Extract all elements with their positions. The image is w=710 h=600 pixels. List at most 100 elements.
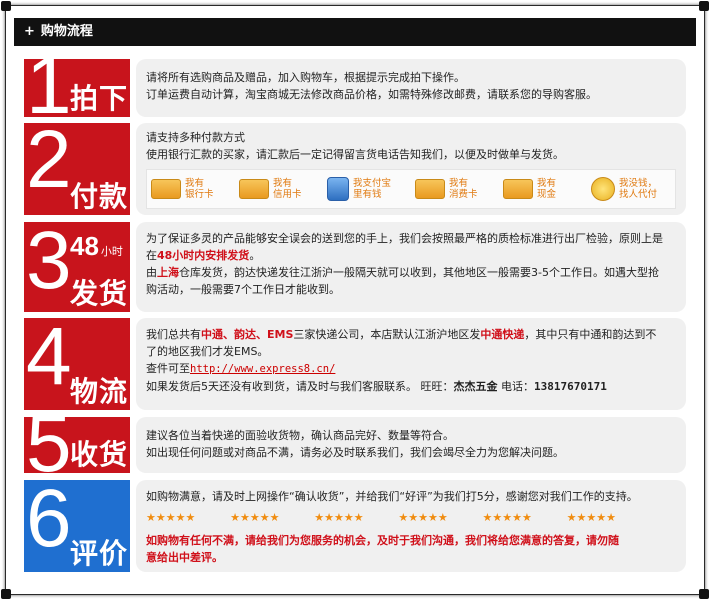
step-card: 我们总共有中通、韵达、EMS三家快递公司，本店默认江浙沪地区发中通快递，其中只有… [136,318,686,410]
step-number: 2 [26,123,72,205]
highlight-text: 上海 [157,266,179,279]
step-text: 我们总共有中通、韵达、EMS三家快递公司，本店默认江浙沪地区发中通快递，其中只有… [146,326,676,343]
text-span: 查件可至 [146,362,190,375]
step-text: 请支持多种付款方式 [146,131,245,144]
step-word: 收货 [69,438,128,471]
payment-option-alipay[interactable]: 我支付宝 里有钱 [323,170,411,208]
step-text: 由上海仓库发货，韵达快递发往江浙沪一般隔天就可以收到，其他地区一般需要3-5个工… [146,264,676,281]
frame-corner [1,1,11,11]
step-3: 3 48 小时 发货 为了保证多灵的产品能够安全误会的送到您的手上，我们会按照最严… [24,222,686,312]
text-span: 如果发货后5天还没有收到货，请及时与我们客服联系。 旺旺： [146,380,454,393]
highlight-text: 中通、韵达、EMS [201,328,294,341]
hours-number: 48 [70,231,99,261]
pay-label: 我有 [185,178,205,189]
rating-stars: ★★★★★ ★★★★★ ★★★★★ ★★★★★ ★★★★★ ★★★★★ [146,509,616,526]
step-text: 查件可至http://www.express8.cn/ [146,360,676,378]
payment-option-consumer-card[interactable]: 我有 消费卡 [411,170,499,208]
step-text: 购活动，一般需要7个工作日才能收到。 [146,283,340,296]
step-badge: 5 收货 [24,417,130,473]
pay-label: 消费卡 [449,189,478,200]
text-span: 仓库发货，韵达快递发往江浙沪一般隔天就可以收到，其他地区一般需要3-5个工作日。… [179,266,659,279]
step-number: 6 [26,480,72,564]
step-6: 6 评价 如购物满意，请及时上网操作“确认收货”，并给我们“好评”为我们打5分，… [24,480,686,572]
star-rating-icon: ★★★★★ [566,511,616,524]
step-text: 如购物满意，请及时上网操作“确认收货”，并给我们“好评”为我们打5分，感谢您对我… [146,490,638,503]
payment-option-credit-card[interactable]: 我有 信用卡 [235,170,323,208]
text-span: 在 [146,249,157,262]
step-number: 1 [26,59,72,117]
tracking-link[interactable]: http://www.express8.cn/ [190,363,335,375]
plus-icon: + [24,24,35,39]
step-number: 3 [26,222,72,306]
step-text: 订单运费自动计算，淘宝商城无法修改商品价格，如需特殊修改邮费，请联系您的导购客服… [146,88,597,101]
star-rating-icon: ★★★★★ [230,511,280,524]
star-rating-icon: ★★★★★ [482,511,532,524]
text-span: 由 [146,266,157,279]
wangwang-id: 杰杰五金 [453,380,498,393]
header-title: 购物流程 [40,24,93,39]
step-card: 请将所有选购商品及赠品，加入购物车，根据提示完成拍下操作。 订单运费自动计算，淘… [136,59,686,117]
step-word: 付款 [69,180,128,213]
pay-label: 我有 [537,178,557,189]
payment-option-cash[interactable]: 我有 现金 [499,170,587,208]
step-word: 拍下 [69,82,128,115]
step-badge: 1 拍下 [24,59,130,117]
text-span: 电话： [497,380,534,393]
step-card: 为了保证多灵的产品能够安全误会的送到您的手上，我们会按照最严格的质检标准进行出厂… [136,222,686,312]
frame-corner [699,589,709,599]
bank-card-icon [151,179,181,199]
section-header: + 购物流程 [14,18,696,46]
pay-label: 现金 [537,189,557,200]
star-rating-icon: ★★★★★ [314,511,364,524]
step-text: 了的地区我们才发EMS。 [146,345,269,358]
hours-unit: 小时 [100,246,123,258]
step-text: 意给出中差评。 [146,551,223,564]
pay-label: 信用卡 [273,189,302,200]
text-span: 。 [249,249,261,262]
text-span: ，其中只有中通和韵达到不 [524,328,657,341]
alipay-icon [327,177,349,201]
frame-corner [699,1,709,11]
step-card: 如购物满意，请及时上网操作“确认收货”，并给我们“好评”为我们打5分，感谢您对我… [136,480,686,572]
star-rating-icon: ★★★★★ [398,511,448,524]
step-text: 请将所有选购商品及赠品，加入购物车，根据提示完成拍下操作。 [146,71,465,84]
step-card: 请支持多种付款方式 使用银行汇款的买家，请汇款后一定记得留言货电话告知我们，以便… [136,123,686,215]
step-4: 4 物流 我们总共有中通、韵达、EMS三家快递公司，本店默认江浙沪地区发中通快递… [24,318,686,410]
step-word: 发货 [69,277,128,310]
text-span: 我们总共有 [146,328,201,341]
frame-corner [1,589,11,599]
step-text: 在48小时内安排发货。 [146,247,676,264]
step-text: 为了保证多灵的产品能够安全误会的送到您的手上，我们会按照最严格的质检标准进行出厂… [146,232,663,245]
step-badge: 4 物流 [24,318,130,410]
step-text: 如出现任何问题或对商品不满，请务必及时联系我们，我们会竭尽全力为您解决问题。 [146,446,564,459]
step-number: 4 [26,318,72,402]
step-5: 5 收货 建议各位当着快递的面验收货物，确认商品完好、数量等符合。 如出现任何问… [24,417,686,473]
step-text: 如果发货后5天还没有收到货，请及时与我们客服联系。 旺旺：杰杰五金 电话：138… [146,378,676,395]
payment-methods: 我有 银行卡 我有 信用卡 我支付宝 里有钱 我有 消费卡 我有 现金 我没钱， 找人代付 [146,169,676,209]
highlight-text: 中通快递 [480,328,525,341]
step-badge: 3 48 小时 发货 [24,222,130,312]
step-card: 建议各位当着快递的面验收货物，确认商品完好、数量等符合。 如出现任何问题或对商品… [136,417,686,473]
pay-label: 我有 [449,178,469,189]
pay-label: 我没钱， [619,178,658,189]
pay-label: 银行卡 [185,189,214,200]
pay-label: 我有 [273,178,293,189]
step-number: 5 [26,417,72,473]
step-2: 2 付款 请支持多种付款方式 使用银行汇款的买家，请汇款后一定记得留言货电话告知… [24,123,686,215]
credit-card-icon [239,179,269,199]
phone-number: 13817670171 [534,380,607,393]
consumer-card-icon [415,179,445,199]
step-text: 建议各位当着快递的面验收货物，确认商品完好、数量等符合。 [146,429,454,442]
step-text: 使用银行汇款的买家，请汇款后一定记得留言货电话告知我们，以便及时做单与发货。 [146,148,564,161]
pay-label: 我支付宝 [353,178,392,189]
cash-icon [503,179,533,199]
payment-option-bank-card[interactable]: 我有 银行卡 [147,170,235,208]
hours-label: 48 小时 [70,232,123,266]
highlight-text: 48小时内安排发货 [157,249,250,262]
coin-icon [591,177,615,201]
star-rating-icon: ★★★★★ [146,511,196,524]
payment-option-proxy-pay[interactable]: 我没钱， 找人代付 [587,170,675,208]
pay-label: 里有钱 [353,189,382,200]
step-badge: 6 评价 [24,480,130,572]
pay-label: 找人代付 [619,189,658,200]
